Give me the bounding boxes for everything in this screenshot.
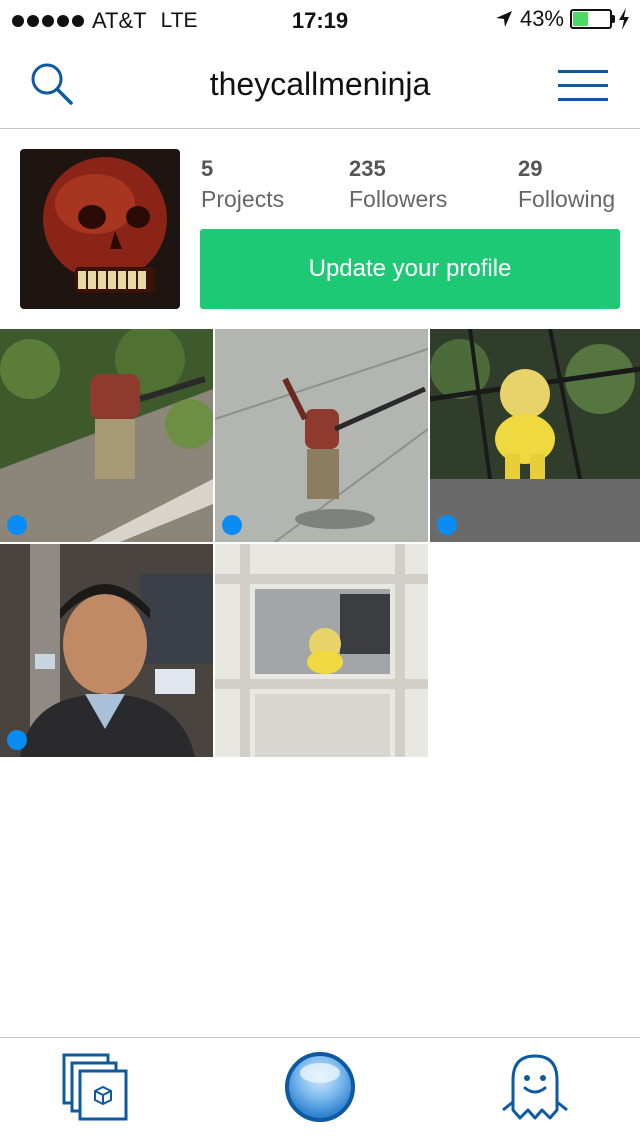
projects-stack-icon bbox=[62, 1053, 128, 1121]
menu-button[interactable] bbox=[558, 68, 610, 104]
project-thumbnail bbox=[0, 544, 213, 757]
stat-following[interactable]: 29 Following bbox=[518, 156, 615, 213]
page-title: theycallmeninja bbox=[209, 66, 431, 102]
following-count: 29 bbox=[518, 156, 543, 181]
followers-label: Followers bbox=[349, 186, 448, 212]
stat-followers[interactable]: 235 Followers bbox=[349, 156, 447, 213]
project-thumbnail bbox=[430, 329, 640, 542]
status-dot bbox=[222, 515, 242, 535]
stat-projects[interactable]: 5 Projects bbox=[201, 156, 284, 213]
ghost-profile-icon bbox=[502, 1054, 568, 1120]
project-tile[interactable] bbox=[0, 544, 213, 757]
project-thumbnail bbox=[215, 329, 428, 542]
status-dot bbox=[7, 515, 27, 535]
avatar[interactable] bbox=[20, 149, 180, 309]
projects-count: 5 bbox=[201, 156, 214, 181]
tab-profile[interactable] bbox=[500, 1052, 570, 1129]
tab-projects[interactable] bbox=[62, 1053, 130, 1128]
following-label: Following bbox=[518, 186, 616, 212]
tab-capture[interactable] bbox=[284, 1051, 356, 1128]
red-skull-avatar-image bbox=[20, 149, 180, 309]
followers-count: 235 bbox=[349, 156, 386, 181]
project-tile[interactable] bbox=[0, 329, 213, 542]
capture-orb-icon bbox=[285, 1052, 355, 1122]
battery-percent: 43% bbox=[519, 6, 564, 31]
project-thumbnail bbox=[0, 329, 213, 542]
location-arrow-icon bbox=[495, 11, 512, 27]
status-dot bbox=[437, 515, 457, 535]
status-bar: AT&T LTE 17:19 43% bbox=[0, 0, 640, 40]
nav-bar: theycallmeninja bbox=[0, 40, 640, 129]
battery-group: 43% bbox=[494, 6, 630, 32]
status-dot bbox=[7, 730, 27, 750]
tab-bar bbox=[0, 1037, 640, 1137]
project-tile[interactable] bbox=[215, 544, 428, 757]
projects-label: Projects bbox=[201, 186, 285, 212]
update-profile-button[interactable]: Update your profile bbox=[200, 229, 620, 309]
battery-icon bbox=[570, 9, 615, 29]
charging-bolt-icon bbox=[619, 8, 629, 30]
menu-icon bbox=[558, 70, 608, 101]
project-tile[interactable] bbox=[430, 329, 640, 542]
project-thumbnail bbox=[215, 544, 428, 757]
project-tile[interactable] bbox=[215, 329, 428, 542]
